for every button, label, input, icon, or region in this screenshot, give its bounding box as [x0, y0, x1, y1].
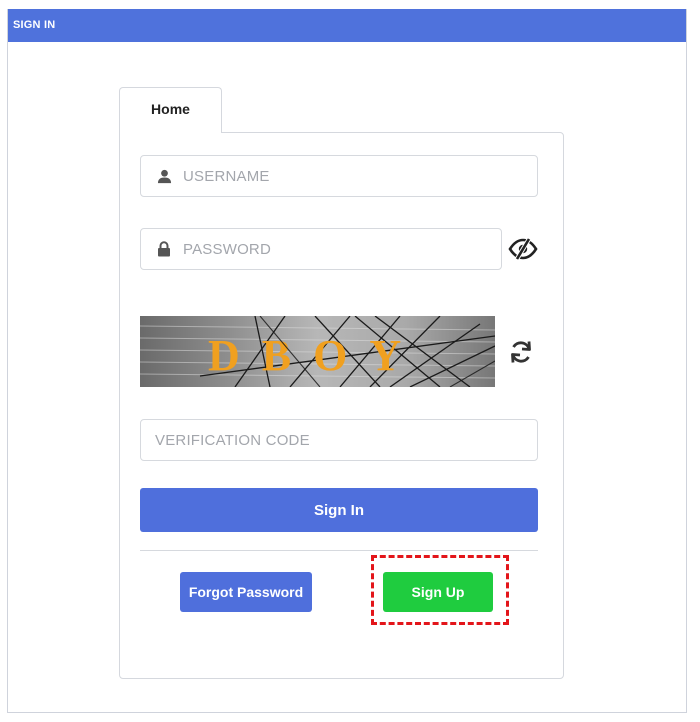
refresh-icon[interactable]	[508, 339, 534, 365]
window-title: SIGN IN	[13, 19, 56, 31]
verification-code-field[interactable]	[140, 419, 538, 461]
tab-home[interactable]: Home	[119, 87, 222, 133]
forgot-password-button[interactable]: Forgot Password	[180, 572, 312, 612]
username-input[interactable]	[183, 156, 537, 196]
window-title-bar: SIGN IN	[8, 9, 686, 42]
tab-home-label: Home	[151, 101, 190, 117]
lock-icon	[155, 240, 173, 258]
password-field[interactable]	[140, 228, 502, 270]
divider	[140, 550, 538, 551]
eye-slash-icon[interactable]	[508, 237, 538, 261]
verification-code-input[interactable]	[141, 420, 537, 460]
username-field[interactable]	[140, 155, 538, 197]
sign-up-button[interactable]: Sign Up	[383, 572, 493, 612]
captcha-text: DBOY	[208, 331, 423, 380]
password-input[interactable]	[183, 229, 501, 269]
captcha-image: DBOY	[140, 316, 495, 387]
sign-in-button[interactable]: Sign In	[140, 488, 538, 532]
user-icon	[155, 167, 173, 185]
